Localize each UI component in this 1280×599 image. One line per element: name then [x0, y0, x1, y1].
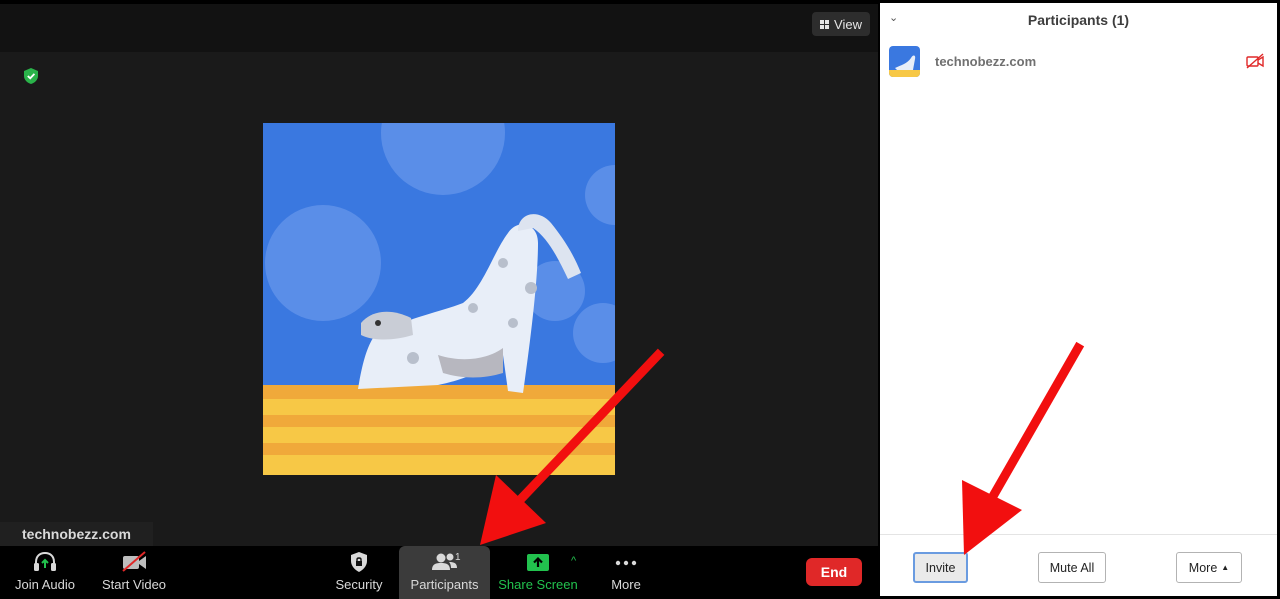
view-label: View: [834, 16, 862, 32]
zoom-window: View technobezz.com Join Audio Start Vid…: [0, 0, 1280, 599]
avatar: [889, 45, 920, 77]
share-screen-icon: [527, 554, 549, 571]
more-button[interactable]: More: [600, 546, 652, 599]
more-label: More: [611, 577, 641, 592]
participant-count-badge: 1: [455, 552, 461, 563]
shield-icon: [351, 552, 367, 572]
security-button[interactable]: Security: [330, 546, 388, 599]
participants-panel: ⌄ Participants (1) technobezz.com Invite…: [878, 0, 1280, 599]
participant-list-item[interactable]: technobezz.com: [889, 43, 1269, 79]
view-button[interactable]: View: [812, 12, 870, 36]
share-options-caret-icon[interactable]: ^: [571, 555, 576, 567]
mute-all-button[interactable]: Mute All: [1038, 552, 1106, 583]
panel-footer: Invite Mute All More ▲: [880, 534, 1277, 596]
share-screen-button[interactable]: Share Screen: [494, 546, 582, 599]
participant-video-avatar: [263, 123, 615, 475]
invite-button[interactable]: Invite: [913, 552, 968, 583]
start-video-button[interactable]: Start Video: [98, 546, 170, 599]
meeting-toolbar: Join Audio Start Video Security Particip…: [0, 546, 878, 599]
end-meeting-button[interactable]: End: [806, 558, 862, 586]
participants-button[interactable]: Participants: [399, 546, 490, 599]
join-audio-label: Join Audio: [15, 577, 75, 592]
caret-up-icon: ▲: [1221, 563, 1230, 572]
share-screen-label: Share Screen: [498, 577, 578, 592]
participant-name-tag: technobezz.com: [0, 522, 153, 546]
video-off-icon: [1246, 53, 1264, 69]
join-audio-button[interactable]: Join Audio: [10, 546, 80, 599]
top-bar: [0, 0, 878, 52]
panel-more-label: More: [1188, 560, 1218, 575]
headphones-icon: [34, 551, 56, 571]
meeting-area: View technobezz.com: [0, 0, 878, 599]
participants-label: Participants: [410, 577, 479, 592]
gallery-grid-icon: [820, 19, 830, 29]
video-off-icon: [122, 551, 146, 572]
panel-more-button[interactable]: More ▲: [1176, 552, 1242, 583]
start-video-label: Start Video: [101, 577, 167, 592]
security-label: Security: [335, 577, 383, 592]
more-dots-icon: [615, 560, 637, 566]
participant-name: technobezz.com: [935, 53, 1037, 69]
panel-title: Participants (1): [1027, 12, 1130, 28]
security-shield-icon[interactable]: [22, 67, 40, 85]
